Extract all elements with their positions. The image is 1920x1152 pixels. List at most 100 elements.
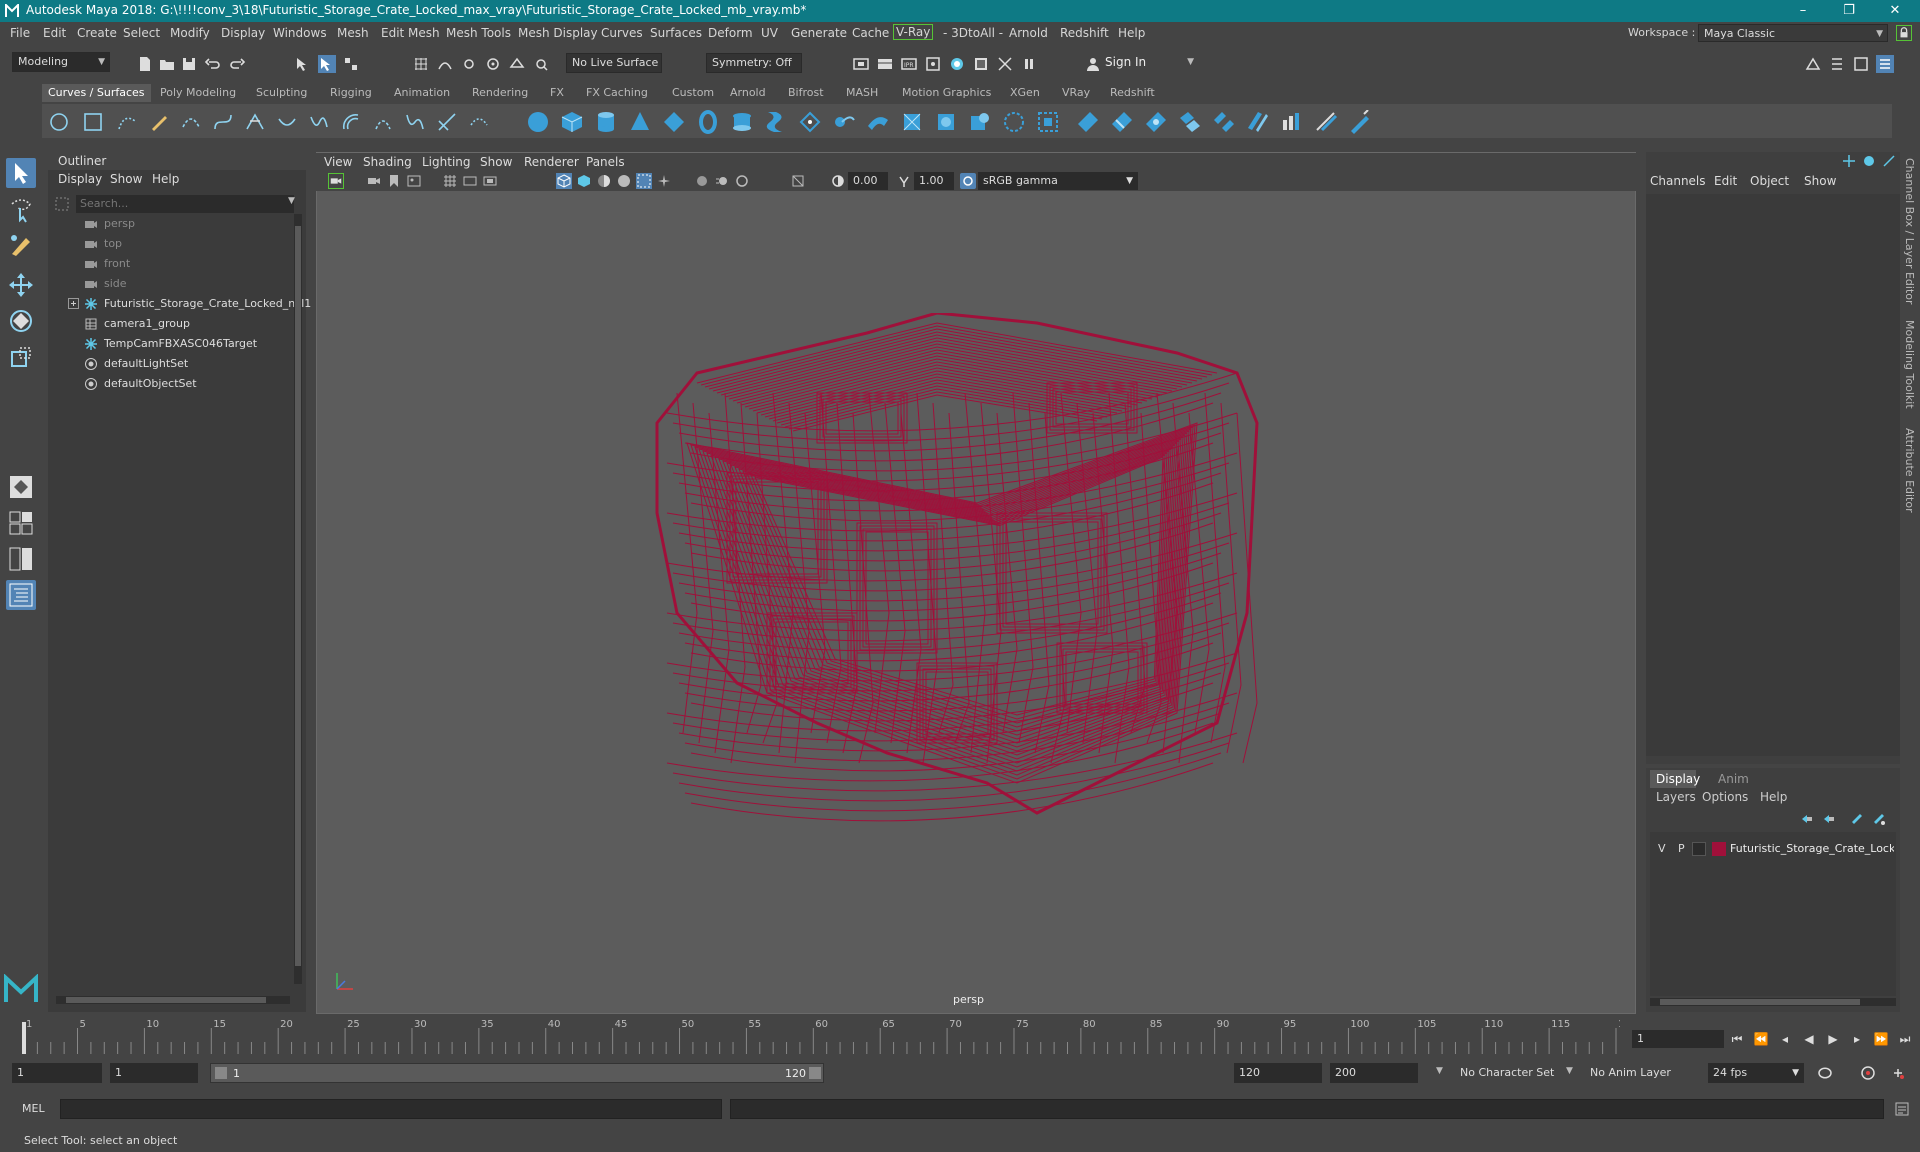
outliner-item-tempcam-target[interactable]: TempCamFBXASC046Target <box>48 334 288 354</box>
menu-mesh[interactable]: Mesh <box>337 26 369 40</box>
playback-end-field[interactable]: 120 <box>1234 1063 1322 1083</box>
outliner-search-input[interactable] <box>76 195 294 213</box>
image-plane-icon[interactable] <box>406 173 422 189</box>
outliner-item-default-object-set[interactable]: defaultObjectSet <box>48 374 288 394</box>
viewport-menu-renderer[interactable]: Renderer <box>524 155 579 169</box>
current-frame-field[interactable]: 1 <box>1632 1030 1724 1048</box>
side-tab-attribute-editor[interactable]: Attribute Editor <box>1903 428 1916 513</box>
ipr-render-icon[interactable]: IPR <box>900 55 918 73</box>
channel-box-menu-edit[interactable]: Edit <box>1714 174 1737 188</box>
redo-icon[interactable] <box>228 55 246 73</box>
menu-cache[interactable]: Cache <box>852 26 889 40</box>
menu-vray[interactable]: V-Ray <box>893 24 934 40</box>
range-slider-end-handle[interactable] <box>809 1067 821 1079</box>
step-forward-key-icon[interactable]: ⏩ <box>1872 1032 1890 1048</box>
scrollbar-thumb[interactable] <box>295 226 301 966</box>
fillet-curve-icon[interactable] <box>404 111 426 133</box>
snap-curve-icon[interactable] <box>436 55 454 73</box>
render-settings-icon[interactable] <box>924 55 942 73</box>
channel-box-menu-show[interactable]: Show <box>1804 174 1836 188</box>
scale-tool-icon[interactable] <box>6 342 36 372</box>
open-close-surfaces-icon[interactable] <box>1280 110 1304 134</box>
gamma-icon[interactable] <box>896 173 912 189</box>
menu-select[interactable]: Select <box>123 26 160 40</box>
snap-grid-icon[interactable] <box>412 55 430 73</box>
anim-layer-icon[interactable]: ▼ <box>1566 1066 1573 1076</box>
go-to-end-icon[interactable]: ⏭ <box>1896 1032 1914 1048</box>
character-set-label[interactable]: No Character Set <box>1460 1066 1554 1079</box>
shelf-tab-rendering[interactable]: Rendering <box>466 84 534 102</box>
render-view-icon[interactable] <box>972 55 990 73</box>
select-component-icon[interactable] <box>342 55 360 73</box>
intersect-icon[interactable] <box>1076 110 1100 134</box>
paint-select-tool-icon[interactable] <box>6 230 36 260</box>
sign-in-dropdown[interactable]: Sign In ▼ <box>1100 53 1198 73</box>
menu-help[interactable]: Help <box>1118 26 1145 40</box>
menu-mesh-tools[interactable]: Mesh Tools <box>446 26 511 40</box>
extend-curve-icon[interactable] <box>436 111 458 133</box>
cone-icon[interactable] <box>628 110 652 134</box>
select-hierarchy-icon[interactable] <box>294 55 312 73</box>
wireframe-shading-icon[interactable] <box>556 173 572 189</box>
ambient-occlusion-icon[interactable] <box>694 173 710 189</box>
animation-preferences-icon[interactable] <box>1890 1065 1906 1081</box>
range-slider[interactable]: 1 120 <box>210 1063 824 1083</box>
pause-icon[interactable] <box>1020 55 1038 73</box>
character-set-icon[interactable]: ▼ <box>1436 1066 1443 1076</box>
create-empty-layer-icon[interactable] <box>1850 812 1864 826</box>
attribute-editor-icon[interactable] <box>1828 55 1846 73</box>
layer-menu-options[interactable]: Options <box>1702 790 1748 804</box>
viewport-menu-lighting[interactable]: Lighting <box>422 155 471 169</box>
range-slider-start-handle[interactable] <box>215 1067 227 1079</box>
channel-box-menu-object[interactable]: Object <box>1750 174 1789 188</box>
save-scene-icon[interactable] <box>180 55 198 73</box>
detach-surfaces-icon[interactable] <box>1212 110 1236 134</box>
hypershade-icon[interactable] <box>948 55 966 73</box>
chevron-down-icon[interactable]: ▼ <box>288 196 295 206</box>
snap-view-icon[interactable] <box>484 55 502 73</box>
menu-file[interactable]: File <box>10 26 30 40</box>
menu-deform[interactable]: Deform <box>708 26 753 40</box>
menu-surfaces[interactable]: Surfaces <box>650 26 702 40</box>
lasso-tool-icon[interactable] <box>6 194 36 224</box>
arc-tool-icon[interactable] <box>180 111 202 133</box>
snap-vertex-icon[interactable] <box>532 55 550 73</box>
ep-curve-icon[interactable] <box>244 111 266 133</box>
restore-button[interactable]: ❐ <box>1826 0 1872 22</box>
resolution-gate-icon[interactable] <box>482 173 498 189</box>
play-backward-icon[interactable]: ◀ <box>1800 1032 1818 1048</box>
go-to-start-icon[interactable]: ⏮ <box>1728 1032 1746 1048</box>
auto-key-icon[interactable] <box>1860 1065 1876 1081</box>
outliner-horizontal-scrollbar[interactable] <box>56 996 290 1004</box>
plane-icon[interactable] <box>662 110 686 134</box>
script-language-label[interactable]: MEL <box>22 1102 45 1115</box>
animation-start-field[interactable]: 1 <box>12 1063 102 1083</box>
outliner-item-top[interactable]: top <box>48 234 288 254</box>
boundary-icon[interactable] <box>900 110 924 134</box>
menu-create[interactable]: Create <box>77 26 117 40</box>
render-sequence-icon[interactable] <box>876 55 894 73</box>
scrollbar-thumb[interactable] <box>1660 999 1860 1005</box>
two-panel-layout-icon[interactable] <box>6 544 36 574</box>
bookmark-icon[interactable] <box>386 173 402 189</box>
pencil-curve-icon[interactable] <box>148 111 170 133</box>
sculpt-geometry-icon[interactable] <box>1348 109 1372 134</box>
layer-horizontal-scrollbar[interactable] <box>1650 998 1896 1006</box>
fps-dropdown[interactable]: 24 fps ▼ <box>1708 1063 1804 1083</box>
nurbs-square-icon[interactable] <box>82 111 104 133</box>
cv-curve-icon[interactable] <box>116 111 138 133</box>
tab-anim[interactable]: Anim <box>1718 772 1749 786</box>
outliner-menu-help[interactable]: Help <box>152 172 179 186</box>
menu-display[interactable]: Display <box>221 26 265 40</box>
rebuild-curve-icon[interactable] <box>372 111 394 133</box>
extrude-icon[interactable] <box>832 110 856 134</box>
outliner-item-side[interactable]: side <box>48 274 288 294</box>
align-surfaces-icon[interactable] <box>1246 110 1270 134</box>
shelf-tab-mash[interactable]: MASH <box>840 84 884 102</box>
vray-render-icon[interactable] <box>996 55 1014 73</box>
step-forward-frame-icon[interactable]: ▸ <box>1848 1032 1866 1048</box>
smooth-shading-icon[interactable] <box>576 173 592 189</box>
outliner-item-front[interactable]: front <box>48 254 288 274</box>
outliner-item-crate[interactable]: Futuristic_Storage_Crate_Locked_ncl1 <box>48 294 311 314</box>
script-editor-icon[interactable] <box>1894 1101 1910 1117</box>
